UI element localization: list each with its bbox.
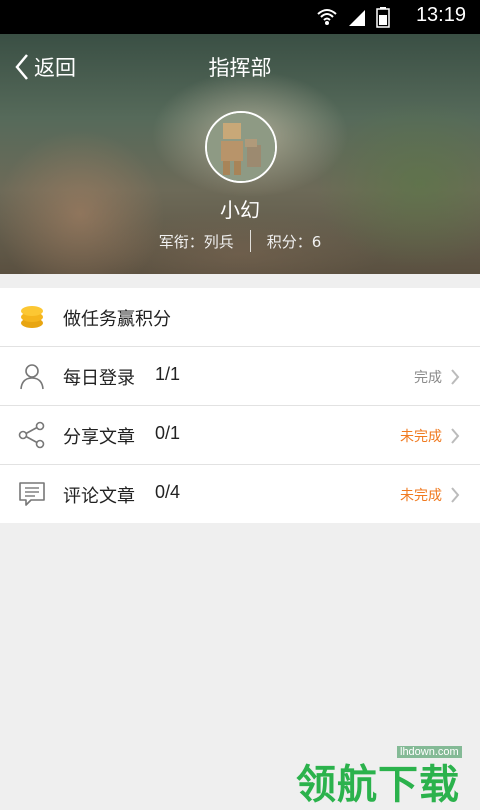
stats-divider — [249, 230, 251, 252]
user-stats: 军衔：列兵 积分：6 — [0, 230, 480, 252]
avatar[interactable] — [205, 111, 277, 183]
task-progress: 1/1 — [155, 364, 181, 384]
task-section-header: 做任务赢积分 — [0, 288, 480, 347]
share-icon — [18, 421, 45, 449]
chevron-right-icon — [451, 369, 460, 385]
task-name: 分享文章 — [63, 427, 135, 448]
clock: 13:19 — [415, 4, 466, 26]
battery-icon — [376, 7, 390, 28]
task-status: 完成 — [414, 370, 442, 386]
task-name: 每日登录 — [63, 368, 135, 389]
section-title: 做任务赢积分 — [63, 309, 171, 330]
status-bar: 13:19 — [0, 0, 480, 34]
watermark-logo: 领航下载 — [296, 762, 460, 808]
profile-header: 返回 指挥部 小幻 军衔：列兵 积分：6 — [0, 34, 480, 274]
wifi-icon — [317, 9, 337, 25]
task-status: 未完成 — [400, 488, 442, 504]
avatar-image — [207, 113, 275, 181]
comment-icon — [19, 482, 45, 506]
task-row-share-article[interactable]: 分享文章 0/1 未完成 — [0, 406, 480, 465]
status-icons — [312, 6, 390, 28]
page-title: 指挥部 — [208, 56, 272, 80]
rank-text: 军衔：列兵 — [158, 232, 234, 251]
username: 小幻 — [220, 198, 260, 222]
user-icon — [20, 364, 44, 390]
task-row-daily-login[interactable]: 每日登录 1/1 完成 — [0, 347, 480, 406]
chevron-right-icon — [451, 428, 460, 444]
coins-icon — [21, 306, 43, 328]
signal-icon — [348, 10, 365, 26]
task-progress: 0/1 — [155, 423, 181, 443]
task-status: 未完成 — [400, 429, 442, 445]
task-progress: 0/4 — [155, 482, 181, 502]
points-text: 积分：6 — [266, 232, 322, 251]
task-name: 评论文章 — [63, 486, 135, 507]
task-row-comment-article[interactable]: 评论文章 0/4 未完成 — [0, 465, 480, 523]
task-list: 做任务赢积分 每日登录 1/1 完成 分享文章 0/1 未完成 评论文章 0/4… — [0, 288, 480, 523]
chevron-right-icon — [451, 487, 460, 503]
